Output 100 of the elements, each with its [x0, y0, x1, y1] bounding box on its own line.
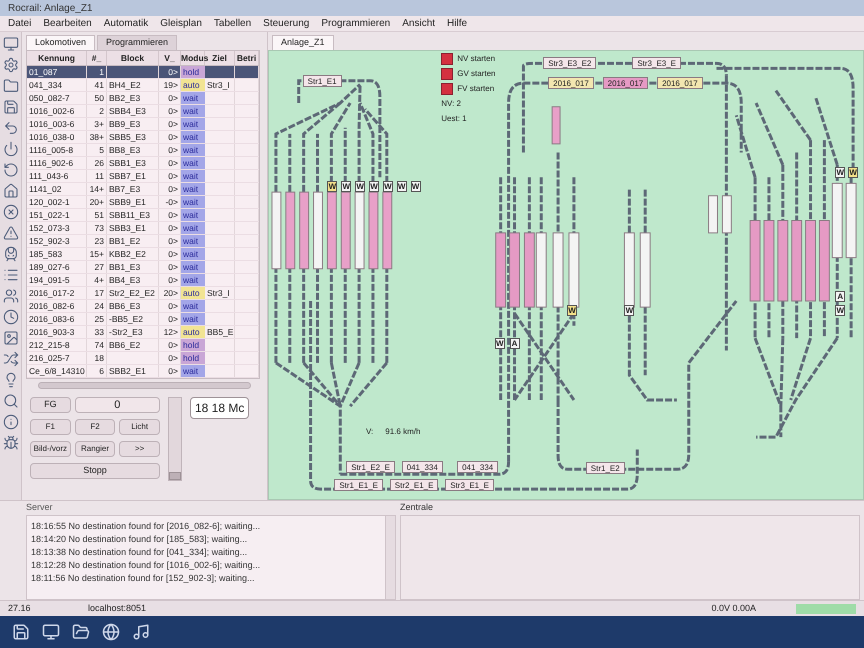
save-icon[interactable]: [2, 99, 18, 115]
track-block[interactable]: [764, 220, 774, 302]
track-block[interactable]: [536, 232, 547, 308]
scrollbar[interactable]: [38, 382, 251, 389]
column-header[interactable]: #_: [87, 51, 107, 65]
track-block[interactable]: [552, 106, 561, 144]
table-row[interactable]: 1116_902-6 26 SBB1_E3 0> wait: [27, 157, 259, 170]
menu-item[interactable]: Automatik: [104, 16, 148, 31]
table-row[interactable]: 1016_003-6 3+ BB9_E3 0> wait: [27, 118, 259, 131]
table-row[interactable]: 1016_038-0 38+ SBB5_E3 0> wait: [27, 131, 259, 144]
function-button[interactable]: F2: [74, 419, 116, 435]
table-row[interactable]: 189_027-6 27 BB1_E3 0> wait: [27, 261, 259, 274]
signal-marker[interactable]: W: [355, 180, 366, 192]
track-block[interactable]: [832, 182, 843, 258]
track-block[interactable]: [509, 232, 520, 308]
function-button[interactable]: F1: [30, 419, 71, 435]
signal-marker[interactable]: W: [494, 338, 505, 350]
track-block[interactable]: [791, 220, 802, 302]
warning-icon[interactable]: [2, 225, 18, 241]
close-icon[interactable]: [2, 204, 18, 220]
speed-slider[interactable]: [168, 397, 182, 481]
monitor-icon[interactable]: [42, 623, 60, 641]
menu-item[interactable]: Hilfe: [447, 16, 468, 31]
track-block[interactable]: Str1_E1: [302, 74, 342, 86]
scrollbar[interactable]: [385, 516, 395, 599]
menu-item[interactable]: Ansicht: [402, 16, 436, 31]
shuffle-icon[interactable]: [2, 351, 18, 367]
track-block[interactable]: Str1_E2: [586, 462, 625, 474]
signal-marker[interactable]: W: [382, 180, 393, 192]
track-block[interactable]: [271, 192, 282, 270]
track-block[interactable]: [495, 232, 506, 308]
track-block[interactable]: [299, 192, 310, 270]
track-block[interactable]: [552, 232, 564, 308]
fg-button[interactable]: FG: [30, 397, 71, 413]
undo-icon[interactable]: [2, 120, 18, 136]
start-button[interactable]: [441, 53, 454, 66]
track-block[interactable]: 2016_017: [657, 76, 703, 89]
menu-item[interactable]: Steuerung: [263, 16, 310, 31]
power-icon[interactable]: [2, 141, 18, 157]
signal-marker[interactable]: W: [848, 167, 858, 178]
signal-marker[interactable]: W: [396, 180, 407, 192]
menu-item[interactable]: Tabellen: [214, 16, 252, 31]
clock-icon[interactable]: [2, 309, 18, 325]
track-block[interactable]: Str1_E2_E: [346, 460, 395, 473]
signal-marker[interactable]: A: [510, 338, 520, 350]
tab[interactable]: Lokomotiven: [26, 35, 96, 50]
table-row[interactable]: 152_073-3 73 SBB3_E1 0> wait: [27, 222, 259, 235]
table-row[interactable]: 216_025-7 18 0> hold: [27, 352, 259, 365]
table-row[interactable]: 152_902-3 23 BB1_E2 0> wait: [27, 235, 259, 248]
table-row[interactable]: 111_043-6 11 SBB7_E1 0> wait: [27, 170, 259, 183]
start-button[interactable]: [441, 68, 454, 80]
track-block[interactable]: [640, 232, 651, 308]
table-row[interactable]: 1116_005-8 5 BB8_E3 0> wait: [27, 144, 259, 157]
gears-icon[interactable]: [2, 57, 18, 73]
track-block[interactable]: Str3_E1_E: [445, 479, 494, 492]
function-button[interactable]: Bild-/vorz: [30, 441, 71, 457]
track-block[interactable]: [846, 182, 857, 258]
track-block[interactable]: [818, 220, 830, 302]
rotate-icon[interactable]: [2, 162, 18, 178]
track-block[interactable]: Str3_E3_E2: [543, 57, 596, 70]
start-button[interactable]: [441, 83, 454, 96]
track-block[interactable]: [524, 232, 535, 308]
image-icon[interactable]: [2, 330, 18, 346]
signal-marker[interactable]: W: [341, 180, 352, 192]
table-row[interactable]: 2016_903-3 33 -Str2_E3 12> auto BB5_E: [27, 326, 259, 339]
table-row[interactable]: 2016_017-2 17 Str2_E2_E2 20> auto Str3_I: [27, 287, 259, 300]
column-header[interactable]: V_: [159, 51, 181, 65]
track-block[interactable]: [750, 220, 761, 302]
globe-icon[interactable]: [102, 623, 120, 641]
folder-icon[interactable]: [2, 78, 18, 94]
signal-marker[interactable]: W: [835, 304, 846, 316]
signal-marker[interactable]: W: [835, 167, 846, 178]
table-row[interactable]: 120_002-1 20+ SBB9_E1 -0> wait: [27, 196, 259, 209]
track-block[interactable]: [568, 232, 580, 308]
slider-thumb[interactable]: [169, 472, 181, 480]
function-button[interactable]: Licht: [119, 419, 160, 435]
menu-item[interactable]: Bearbeiten: [43, 16, 92, 31]
folder-icon[interactable]: [72, 623, 90, 641]
track-block[interactable]: [777, 220, 788, 302]
address-field[interactable]: 0: [74, 397, 160, 413]
table-row[interactable]: 2016_082-6 24 BB6_E3 0> wait: [27, 300, 259, 313]
table-row[interactable]: 185_583 15+ KBB2_E2 0> wait: [27, 248, 259, 261]
track-block[interactable]: Str3_E3_E: [632, 57, 682, 70]
table-row[interactable]: 050_082-7 50 BB2_E3 0> wait: [27, 92, 259, 105]
table-row[interactable]: 194_091-5 4+ BB4_E3 0> wait: [27, 274, 259, 287]
table-row[interactable]: Ce_6/8_14310 6 SBB2_E1 0> wait: [27, 365, 259, 378]
bug-icon[interactable]: [2, 435, 18, 451]
menu-item[interactable]: Datei: [8, 16, 32, 31]
tab[interactable]: Anlage_Z1: [272, 35, 334, 50]
track-block[interactable]: Str1_E1_E: [334, 479, 384, 492]
column-header[interactable]: Kennung: [27, 51, 87, 65]
menu-item[interactable]: Programmieren: [321, 16, 390, 31]
track-block[interactable]: 041_334: [402, 460, 443, 473]
monitor-icon[interactable]: [2, 36, 18, 52]
menu-item[interactable]: Gleisplan: [160, 16, 202, 31]
table-row[interactable]: 1016_002-6 2 SBB4_E3 0> wait: [27, 105, 259, 118]
track-block[interactable]: 041_334: [457, 460, 498, 473]
table-row[interactable]: 2016_083-6 25 -BB5_E2 0> wait: [27, 313, 259, 326]
signal-marker[interactable]: A: [835, 291, 846, 302]
track-block[interactable]: 2016_017: [602, 76, 648, 89]
